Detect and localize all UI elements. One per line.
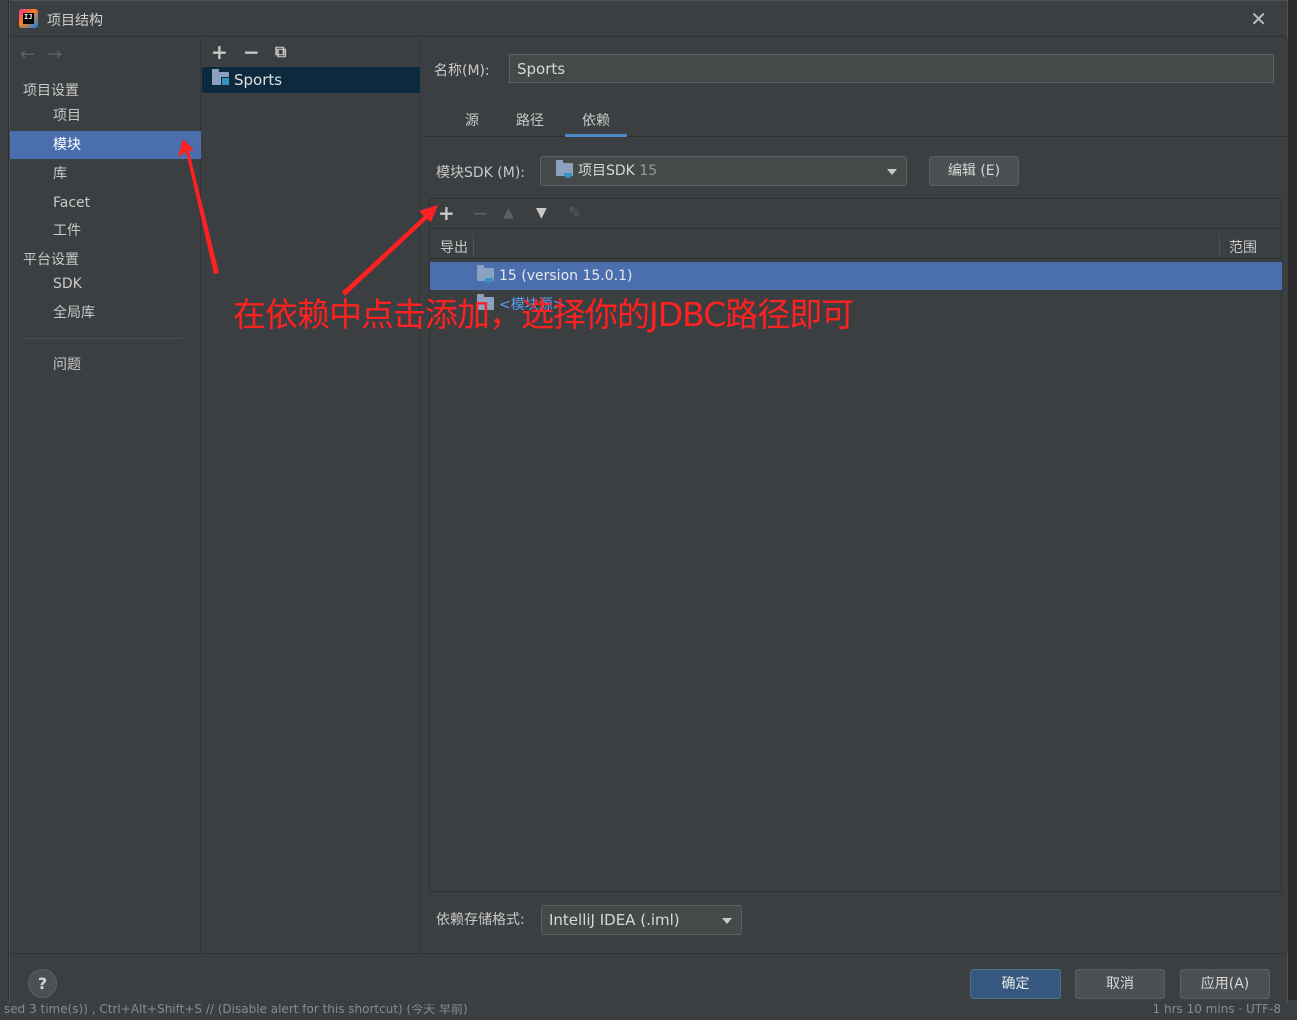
- title-bar: IJ 项目结构 ✕: [10, 1, 1287, 37]
- cancel-button[interactable]: 取消: [1075, 969, 1165, 999]
- move-down-icon[interactable]: ▼: [536, 205, 547, 221]
- window-title: 项目结构: [47, 13, 103, 29]
- column-divider: [1219, 234, 1220, 256]
- background-ide-right-strip: [1287, 0, 1297, 1020]
- module-folder-icon: [212, 69, 230, 86]
- annotation-text: 在依赖中点击添加，选择你的JDBC路径即可: [233, 295, 854, 334]
- add-dependency-icon[interactable]: +: [438, 201, 455, 225]
- nav-item-facets[interactable]: Facet: [10, 189, 201, 217]
- nav-item-problems[interactable]: 问题: [10, 351, 201, 379]
- close-icon[interactable]: ✕: [1250, 7, 1267, 31]
- module-name: Sports: [234, 71, 283, 89]
- module-row-sports[interactable]: Sports: [202, 67, 420, 93]
- column-scope[interactable]: 范围: [1229, 237, 1257, 257]
- project-structure-dialog: IJ 项目结构 ✕ ← → 项目设置 项目 模块 库 Facet 工件 平台设置 …: [9, 0, 1288, 1004]
- column-divider: [473, 234, 474, 256]
- edit-sdk-button[interactable]: 编辑 (E): [929, 156, 1019, 186]
- module-name-input[interactable]: [509, 54, 1274, 83]
- nav-item-sdk[interactable]: SDK: [10, 270, 201, 298]
- nav-item-artifacts[interactable]: 工件: [10, 217, 201, 245]
- dialog-button-bar: ? 确定 取消 应用(A): [10, 953, 1287, 1004]
- nav-divider: [23, 338, 183, 339]
- name-label: 名称(M):: [434, 63, 490, 79]
- chevron-down-icon: [887, 169, 897, 175]
- dependency-label: 15 (version 15.0.1): [499, 268, 633, 284]
- sdk-value: 项目SDK: [578, 163, 635, 179]
- module-sdk-select[interactable]: 项目SDK 15: [540, 156, 907, 186]
- nav-item-libraries[interactable]: 库: [10, 160, 201, 188]
- module-sdk-label: 模块SDK (M):: [436, 165, 526, 181]
- remove-module-icon[interactable]: −: [243, 40, 260, 64]
- tab-sources[interactable]: 源: [457, 110, 487, 137]
- forward-arrow-icon[interactable]: →: [47, 44, 62, 65]
- module-list-panel: + − ⧉ Sports: [202, 38, 420, 953]
- dependencies-toolbar: + − ▲ ▼ ✎: [430, 199, 1281, 229]
- sdk-version: 15: [639, 163, 658, 179]
- nav-section-project-settings: 项目设置: [23, 83, 79, 99]
- remove-dependency-icon[interactable]: −: [472, 201, 489, 225]
- apply-button[interactable]: 应用(A): [1180, 969, 1270, 999]
- column-export[interactable]: 导出: [440, 237, 468, 257]
- history-arrows: ← →: [20, 44, 74, 65]
- storage-format-label: 依赖存储格式:: [436, 912, 525, 928]
- settings-nav: ← → 项目设置 项目 模块 库 Facet 工件 平台设置 SDK 全局库 问题: [10, 38, 201, 953]
- dependencies-header: 导出 范围: [430, 230, 1281, 259]
- help-button[interactable]: ?: [28, 969, 57, 998]
- tab-paths[interactable]: 路径: [510, 110, 550, 137]
- nav-item-project[interactable]: 项目: [10, 102, 201, 130]
- module-toolbar: + − ⧉: [202, 38, 419, 66]
- storage-format-select[interactable]: IntelliJ IDEA (.iml): [541, 905, 742, 935]
- intellij-logo-icon: IJ: [19, 9, 38, 28]
- tab-dependencies[interactable]: 依赖: [565, 110, 627, 137]
- status-left-text: sed 3 time(s)) , Ctrl+Alt+Shift+S // (Di…: [4, 1002, 468, 1016]
- module-settings-panel: 名称(M): 源 路径 依赖 模块SDK (M): 项目SDK 15 编辑 (E…: [421, 38, 1288, 953]
- add-module-icon[interactable]: +: [211, 40, 228, 64]
- storage-format-value: IntelliJ IDEA (.iml): [549, 911, 680, 929]
- edit-pencil-icon[interactable]: ✎: [568, 203, 581, 222]
- back-arrow-icon[interactable]: ←: [20, 44, 35, 65]
- nav-item-modules[interactable]: 模块: [10, 131, 201, 159]
- ok-button[interactable]: 确定: [970, 969, 1061, 999]
- move-up-icon[interactable]: ▲: [503, 205, 514, 221]
- nav-item-global-libraries[interactable]: 全局库: [10, 299, 201, 327]
- background-ide-left-strip: [0, 0, 9, 1020]
- copy-module-icon[interactable]: ⧉: [275, 42, 286, 62]
- chevron-down-icon: [722, 918, 732, 924]
- nav-section-platform-settings: 平台设置: [23, 252, 79, 268]
- jdk-folder-icon: [477, 264, 494, 283]
- sdk-folder-icon: [556, 159, 573, 178]
- module-tabs: 源 路径 依赖: [421, 104, 1288, 137]
- dependency-row-jdk[interactable]: 15 (version 15.0.1): [430, 262, 1282, 290]
